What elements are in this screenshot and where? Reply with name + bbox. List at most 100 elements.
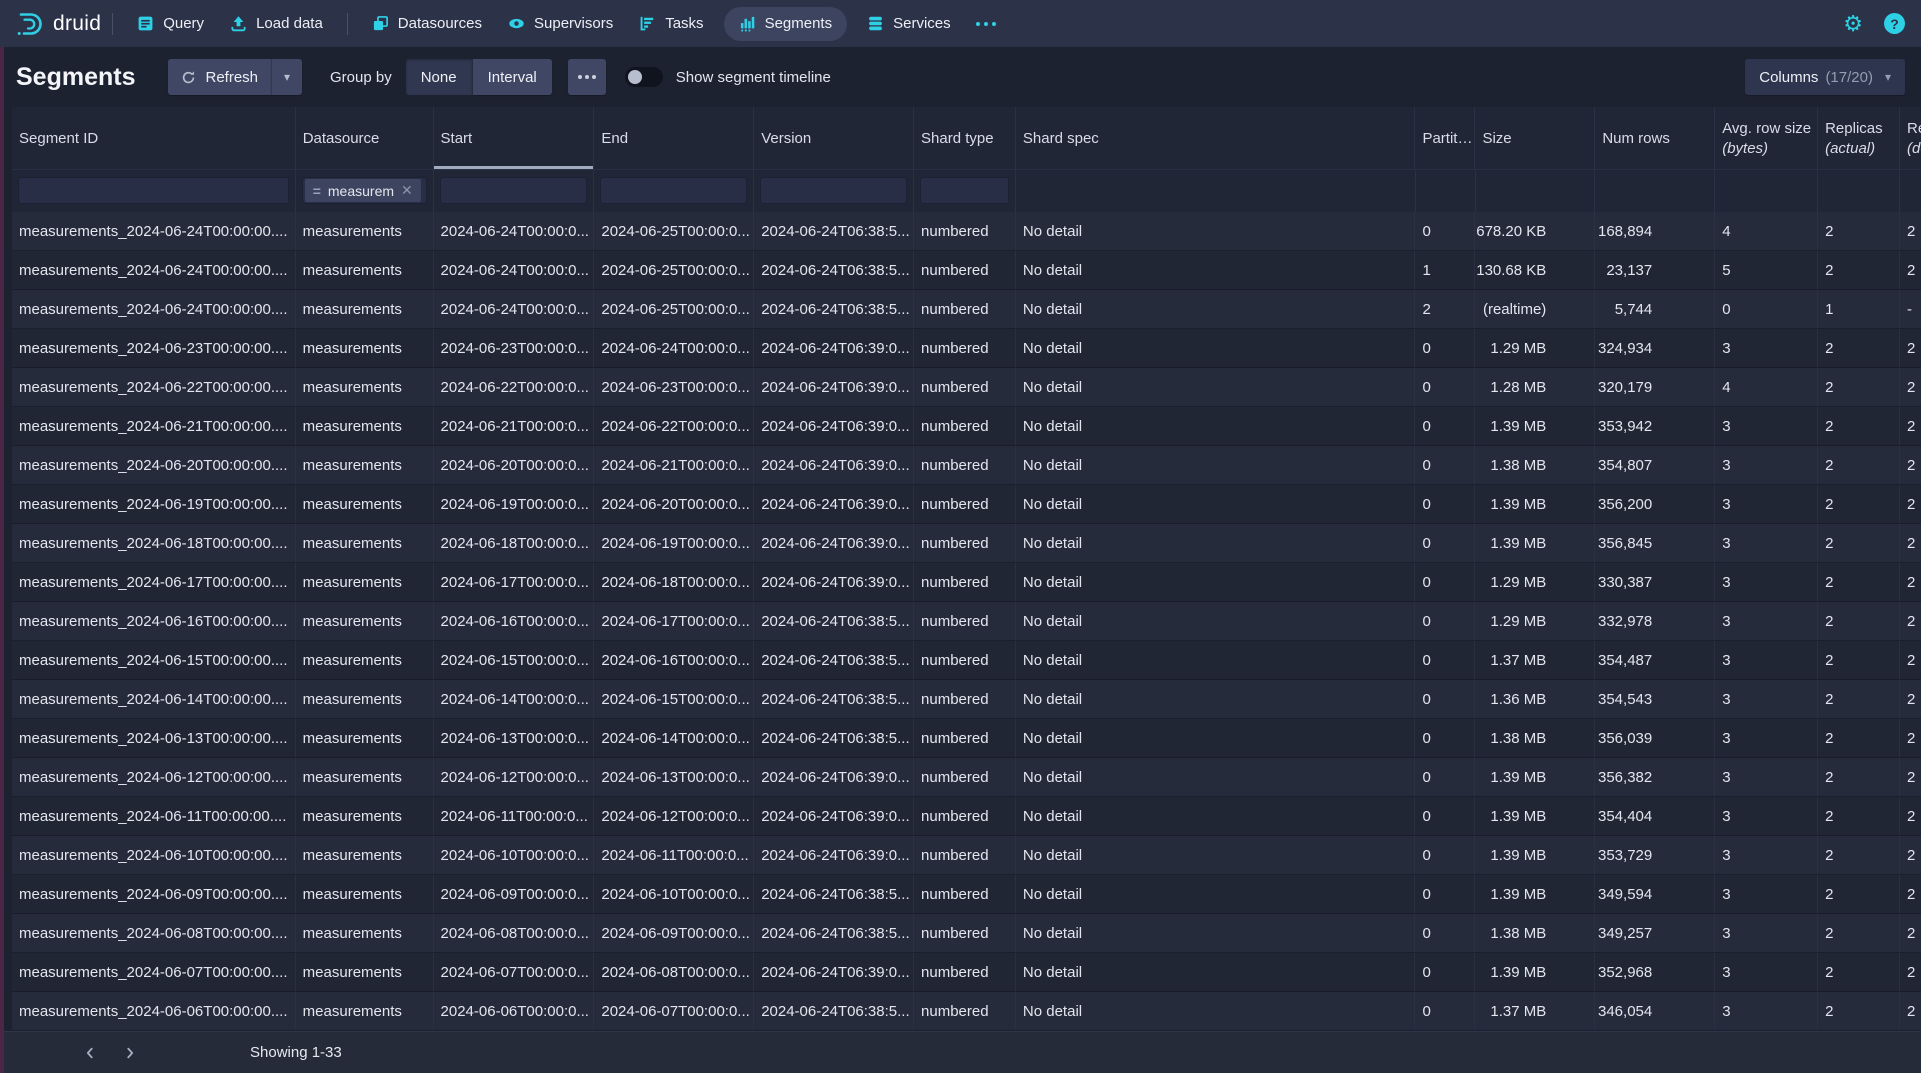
table-row[interactable]: measurements_2024-06-11T00:00:00....meas… xyxy=(12,797,1921,836)
table-row[interactable]: measurements_2024-06-19T00:00:00....meas… xyxy=(12,485,1921,524)
nav-item-tasks[interactable]: Tasks xyxy=(626,0,716,47)
filter-cell-avg_row_size xyxy=(1715,170,1818,212)
table-row[interactable]: measurements_2024-06-22T00:00:00....meas… xyxy=(12,368,1921,407)
cell-size: 1.39 MB xyxy=(1475,836,1595,874)
cell-segment_id: measurements_2024-06-19T00:00:00.... xyxy=(12,485,296,523)
cell-segment_id: measurements_2024-06-09T00:00:00.... xyxy=(12,875,296,913)
column-header-start[interactable]: Start xyxy=(434,107,595,169)
prev-page-button[interactable] xyxy=(75,1038,105,1068)
cell-replicas: 2 xyxy=(1818,329,1900,367)
table-row[interactable]: measurements_2024-06-07T00:00:00....meas… xyxy=(12,953,1921,992)
cell-datasource: measurements xyxy=(296,758,434,796)
filter-input-start[interactable] xyxy=(440,177,588,204)
columns-button[interactable]: Columns (17/20) ▾ xyxy=(1745,59,1905,95)
cell-partition: 0 xyxy=(1415,875,1475,913)
table-row[interactable]: measurements_2024-06-12T00:00:00....meas… xyxy=(12,758,1921,797)
cell-size: 1.38 MB xyxy=(1475,719,1595,757)
cell-datasource: measurements xyxy=(296,992,434,1030)
table-row[interactable]: measurements_2024-06-09T00:00:00....meas… xyxy=(12,875,1921,914)
segment-timeline-toggle[interactable] xyxy=(625,67,663,87)
cell-datasource: measurements xyxy=(296,602,434,640)
settings-gear-icon[interactable]: ⚙ xyxy=(1843,13,1863,35)
table-row[interactable]: measurements_2024-06-06T00:00:00....meas… xyxy=(12,992,1921,1031)
table-header-row: Segment IDDatasourceStartEndVersionShard… xyxy=(12,107,1921,170)
cell-num_rows: 346,054 xyxy=(1595,992,1715,1030)
cell-shard_type: numbered xyxy=(914,602,1016,640)
remove-filter-icon[interactable]: ✕ xyxy=(401,182,413,199)
more-options-button[interactable] xyxy=(568,59,606,95)
filter-input-datasource[interactable]: =measurem✕ xyxy=(302,177,427,204)
cell-start: 2024-06-18T00:00:0... xyxy=(434,524,595,562)
column-header-num_rows[interactable]: Num rows xyxy=(1595,107,1715,169)
column-header-replicas[interactable]: Replicas(actual) xyxy=(1818,107,1900,169)
cell-num_rows: 356,039 xyxy=(1595,719,1715,757)
column-header-shard_spec[interactable]: Shard spec xyxy=(1016,107,1416,169)
refresh-label: Refresh xyxy=(205,69,258,86)
group-by-none-button[interactable]: None xyxy=(406,59,473,95)
cell-size: 1.38 MB xyxy=(1475,914,1595,952)
table-row[interactable]: measurements_2024-06-17T00:00:00....meas… xyxy=(12,563,1921,602)
cell-segment_id: measurements_2024-06-23T00:00:00.... xyxy=(12,329,296,367)
nav-item-supervisors[interactable]: Supervisors xyxy=(495,0,626,47)
cell-end: 2024-06-20T00:00:0... xyxy=(594,485,754,523)
refresh-button[interactable]: Refresh xyxy=(168,59,271,95)
column-header-datasource[interactable]: Datasource xyxy=(296,107,434,169)
equals-operator-icon: = xyxy=(313,183,321,199)
table-row[interactable]: measurements_2024-06-13T00:00:00....meas… xyxy=(12,719,1921,758)
table-row[interactable]: measurements_2024-06-24T00:00:00....meas… xyxy=(12,251,1921,290)
table-row[interactable]: measurements_2024-06-23T00:00:00....meas… xyxy=(12,329,1921,368)
cell-end: 2024-06-25T00:00:0... xyxy=(594,212,754,250)
filter-input-version[interactable] xyxy=(760,177,907,204)
column-header-replication_factor[interactable]: Replication factor(desired) xyxy=(1900,107,1921,169)
table-row[interactable]: measurements_2024-06-08T00:00:00....meas… xyxy=(12,914,1921,953)
group-by-interval-button[interactable]: Interval xyxy=(473,59,552,95)
cell-partition: 0 xyxy=(1415,368,1475,406)
filter-input-segment_id[interactable] xyxy=(18,177,289,204)
nav-item-query[interactable]: Query xyxy=(124,0,217,47)
nav-item-load-data[interactable]: Load data xyxy=(217,0,336,47)
nav-item-label: Supervisors xyxy=(534,15,613,32)
table-row[interactable]: measurements_2024-06-16T00:00:00....meas… xyxy=(12,602,1921,641)
cell-partition: 0 xyxy=(1415,719,1475,757)
table-row[interactable]: measurements_2024-06-18T00:00:00....meas… xyxy=(12,524,1921,563)
column-header-partition[interactable]: Partition xyxy=(1415,107,1475,169)
cell-shard_spec: No detail xyxy=(1016,641,1416,679)
help-icon[interactable]: ? xyxy=(1884,13,1905,34)
table-row[interactable]: measurements_2024-06-15T00:00:00....meas… xyxy=(12,641,1921,680)
filter-input-shard_type[interactable] xyxy=(920,177,1009,204)
filter-input-end[interactable] xyxy=(600,177,747,204)
column-header-avg_row_size[interactable]: Avg. row size(bytes) xyxy=(1715,107,1818,169)
cell-shard_type: numbered xyxy=(914,485,1016,523)
filter-cell-num_rows xyxy=(1595,170,1715,212)
table-row[interactable]: measurements_2024-06-10T00:00:00....meas… xyxy=(12,836,1921,875)
column-header-segment_id[interactable]: Segment ID xyxy=(12,107,296,169)
table-row[interactable]: measurements_2024-06-14T00:00:00....meas… xyxy=(12,680,1921,719)
column-header-version[interactable]: Version xyxy=(754,107,914,169)
help-glyph: ? xyxy=(1890,16,1899,32)
toggle-knob xyxy=(628,70,642,84)
tasks-icon xyxy=(639,15,656,32)
table-row[interactable]: measurements_2024-06-24T00:00:00....meas… xyxy=(12,212,1921,251)
cell-avg_row_size: 3 xyxy=(1715,407,1818,445)
column-header-shard_type[interactable]: Shard type xyxy=(914,107,1016,169)
cell-end: 2024-06-19T00:00:0... xyxy=(594,524,754,562)
cell-end: 2024-06-09T00:00:0... xyxy=(594,914,754,952)
next-page-button[interactable] xyxy=(115,1038,145,1068)
cell-version: 2024-06-24T06:39:0... xyxy=(754,446,914,484)
cell-num_rows: 356,200 xyxy=(1595,485,1715,523)
datasource-filter-tag[interactable]: =measurem✕ xyxy=(305,179,421,202)
nav-item-segments[interactable]: Segments xyxy=(724,7,848,41)
column-header-label: End xyxy=(601,130,753,147)
table-row[interactable]: measurements_2024-06-20T00:00:00....meas… xyxy=(12,446,1921,485)
nav-more-button[interactable] xyxy=(964,22,1008,26)
nav-item-datasources[interactable]: Datasources xyxy=(359,0,495,47)
column-header-end[interactable]: End xyxy=(594,107,754,169)
cell-replication_factor: 2 xyxy=(1900,212,1921,250)
table-row[interactable]: measurements_2024-06-24T00:00:00....meas… xyxy=(12,290,1921,329)
brand-home-link[interactable]: druid xyxy=(14,11,101,37)
cell-replicas: 2 xyxy=(1818,524,1900,562)
table-row[interactable]: measurements_2024-06-21T00:00:00....meas… xyxy=(12,407,1921,446)
column-header-size[interactable]: Size xyxy=(1475,107,1595,169)
nav-item-services[interactable]: Services xyxy=(854,0,964,47)
refresh-dropdown-button[interactable]: ▾ xyxy=(271,59,302,95)
